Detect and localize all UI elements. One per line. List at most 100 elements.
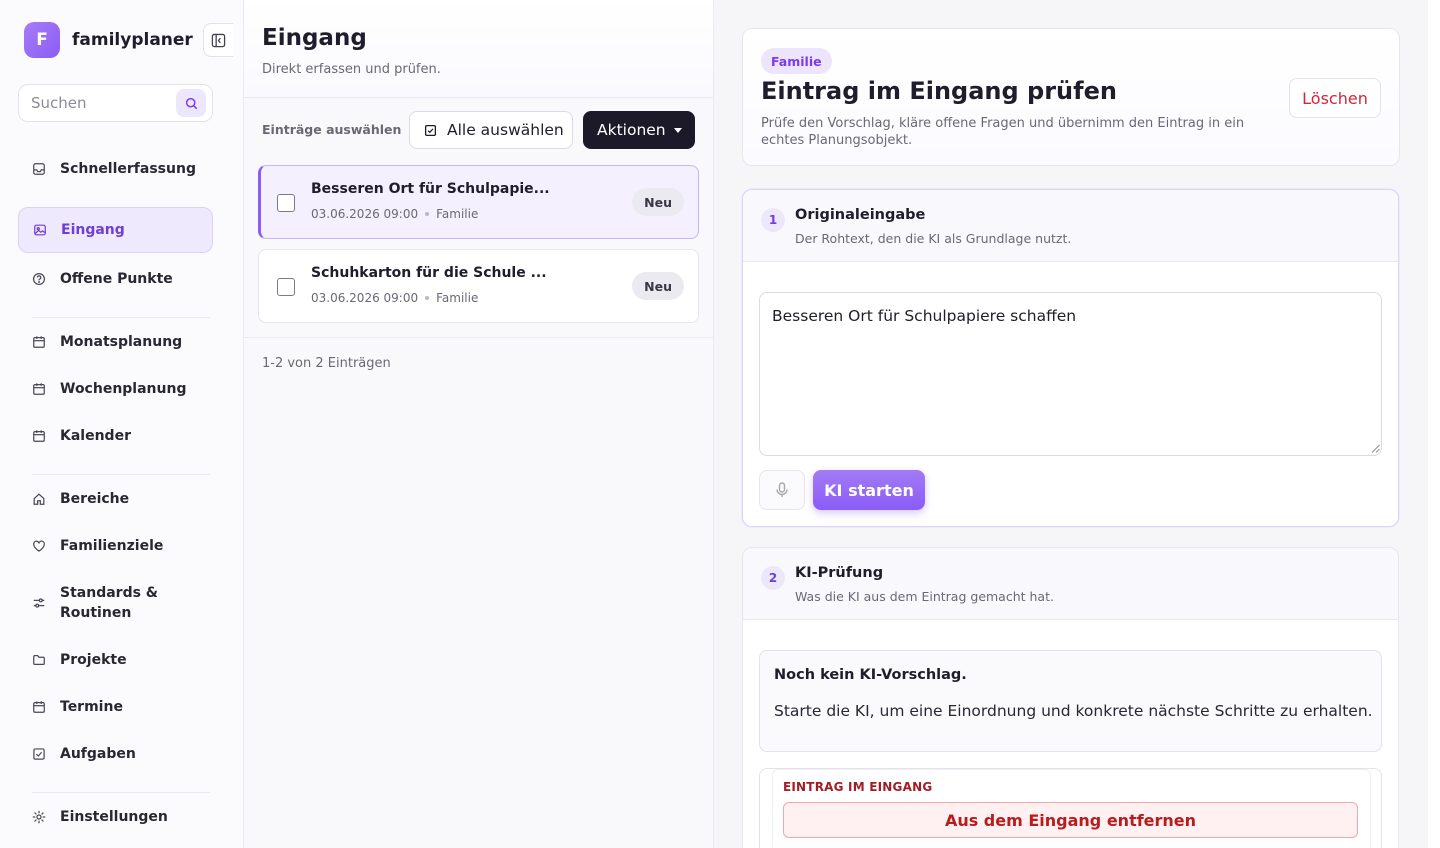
entry-category: Familie [436,207,479,221]
original-input-section: 1 Originaleingabe Der Rohtext, den die K… [742,189,1399,527]
sidebar-item-offene-punkte[interactable]: Offene Punkte [18,260,213,298]
delete-button[interactable]: Löschen [1289,78,1381,118]
microphone-button[interactable] [759,470,805,510]
help-circle-icon [32,272,46,286]
actions-label: Aktionen [597,121,666,139]
settings-icon [32,810,46,824]
section-title: Originaleingabe [795,207,926,223]
list-item[interactable]: Schuhkarton für die Schule ... 03.06.202… [258,249,699,323]
sidebar-item-kalender[interactable]: Kalender [18,417,213,455]
resize-handle-icon[interactable] [1371,444,1380,453]
entry-meta: 03.06.2026 09:00 Familie [311,207,478,221]
original-text-field[interactable]: Besseren Ort für Schulpapiere schaffen [759,292,1382,456]
detail-title: Eintrag im Eingang prüfen [761,77,1117,105]
section-subtitle: Der Rohtext, den die KI als Grundlage nu… [795,231,1072,246]
step-number: 1 [761,208,785,232]
entry-checkbox[interactable] [277,194,295,212]
sidebar-item-label: Einstellungen [60,809,168,825]
caret-down-icon [673,127,682,133]
search-button[interactable] [176,89,206,117]
microphone-icon [776,482,788,497]
sidebar-item-einstellungen[interactable]: Einstellungen [18,798,213,836]
home-icon [33,493,45,505]
detail-description: Prüfe den Vorschlag, kläre offene Fragen… [761,116,1245,148]
sidebar-item-label: Wochenplanung [60,381,187,397]
detail-pane: Familie Eintrag im Eingang prüfen Prüfe … [714,0,1428,848]
sidebar-item-label: Bereiche [60,491,130,507]
heart-icon [33,540,45,552]
pagination-count: 1-2 von 2 Einträgen [262,356,391,371]
meta-separator-dot [425,296,430,300]
sliders-icon [33,598,45,608]
entry-title: Schuhkarton für die Schule ... [311,265,547,281]
actions-dropdown-button[interactable]: Aktionen [583,111,695,149]
sidebar-item-label: Projekte [60,652,127,668]
entry-title: Besseren Ort für Schulpapie... [311,181,550,197]
sidebar-item-label: Standards & Routinen [60,585,158,621]
step-number: 2 [761,566,785,590]
inbox-icon [33,163,45,175]
sidebar-item-termine[interactable]: Termine [18,688,213,726]
calendar-icon [33,701,45,713]
brand[interactable]: F familyplaner [24,22,193,58]
sidebar-collapse-button[interactable] [203,23,233,57]
image-icon [34,224,46,236]
list-item[interactable]: Besseren Ort für Schulpapie... 03.06.202… [258,165,699,239]
sidebar-item-familienziele[interactable]: Familienziele [18,527,213,565]
ki-review-section: 2 KI-Prüfung Was die KI aus dem Eintrag … [742,547,1399,848]
sidebar-item-schnellerfassung[interactable]: Schnellerfassung [18,150,213,188]
search-icon [185,97,197,109]
calendar-icon [33,336,45,348]
entry-checkbox[interactable] [277,278,295,296]
entry-date: 03.06.2026 09:00 [311,291,419,305]
detail-header-card: Familie Eintrag im Eingang prüfen Prüfe … [742,28,1400,166]
sidebar-item-aufgaben[interactable]: Aufgaben [18,735,213,773]
entry-date: 03.06.2026 09:00 [311,207,419,221]
sidebar-item-standards-routinen[interactable]: Standards & Routinen [18,574,213,632]
sidebar-item-label: Familienziele [60,538,164,554]
sidebar-item-label: Aufgaben [60,746,136,762]
panel-left-icon [211,33,226,47]
section-header: 1 Originaleingabe Der Rohtext, den die K… [743,190,1398,262]
sidebar-item-wochenplanung[interactable]: Wochenplanung [18,370,213,408]
list-divider [244,337,713,338]
status-badge: Neu [632,188,684,216]
sidebar-item-label: Monatsplanung [60,334,183,350]
search-input[interactable] [19,94,169,112]
app-logo: F [24,22,60,58]
entry-category: Familie [436,291,479,305]
start-ki-button[interactable]: KI starten [813,470,925,510]
scrollbar-track[interactable] [1428,0,1440,848]
inbox-entry-label: EINTRAG IM EINGANG [783,780,933,794]
remove-from-inbox-button[interactable]: Aus dem Eingang entfernen [783,802,1358,838]
sidebar-divider [32,317,210,318]
meta-separator-dot [425,212,430,216]
select-all-button[interactable]: Alle auswählen [409,111,573,149]
category-tag: Familie [761,48,832,74]
entry-meta: 03.06.2026 09:00 Familie [311,291,478,305]
sidebar-item-eingang[interactable]: Eingang [18,207,213,253]
select-entries-label: Einträge auswählen [262,122,402,137]
check-square-icon [33,748,45,760]
sidebar-item-label: Offene Punkte [60,271,173,287]
sidebar-item-bereiche[interactable]: Bereiche [18,480,213,518]
no-ki-suggestion-notice: Noch kein KI-Vorschlag. Starte die KI, u… [759,650,1382,752]
section-header: 2 KI-Prüfung Was die KI aus dem Eintrag … [743,548,1398,620]
section-title: KI-Prüfung [795,565,884,581]
status-badge: Neu [632,272,684,300]
inbox-entry-box: EINTRAG IM EINGANG Aus dem Eingang entfe… [759,768,1382,848]
sidebar-item-monatsplanung[interactable]: Monatsplanung [18,323,213,361]
folder-icon [33,655,45,665]
notice-title: Noch kein KI-Vorschlag. [774,667,967,683]
app-name: familyplaner [72,30,193,50]
sidebar-item-label: Schnellerfassung [60,161,196,177]
inbox-list-pane: Eingang Direkt erfassen und prüfen. Eint… [244,0,714,848]
inbox-header: Eingang Direkt erfassen und prüfen. [244,0,713,98]
sidebar-divider [32,474,210,475]
select-all-label: Alle auswählen [447,121,564,139]
sidebar-item-label: Termine [60,699,123,715]
sidebar-item-label: Kalender [60,428,131,444]
sidebar-item-label: Eingang [61,222,125,238]
sidebar-item-projekte[interactable]: Projekte [18,641,213,679]
search-box [18,84,213,122]
